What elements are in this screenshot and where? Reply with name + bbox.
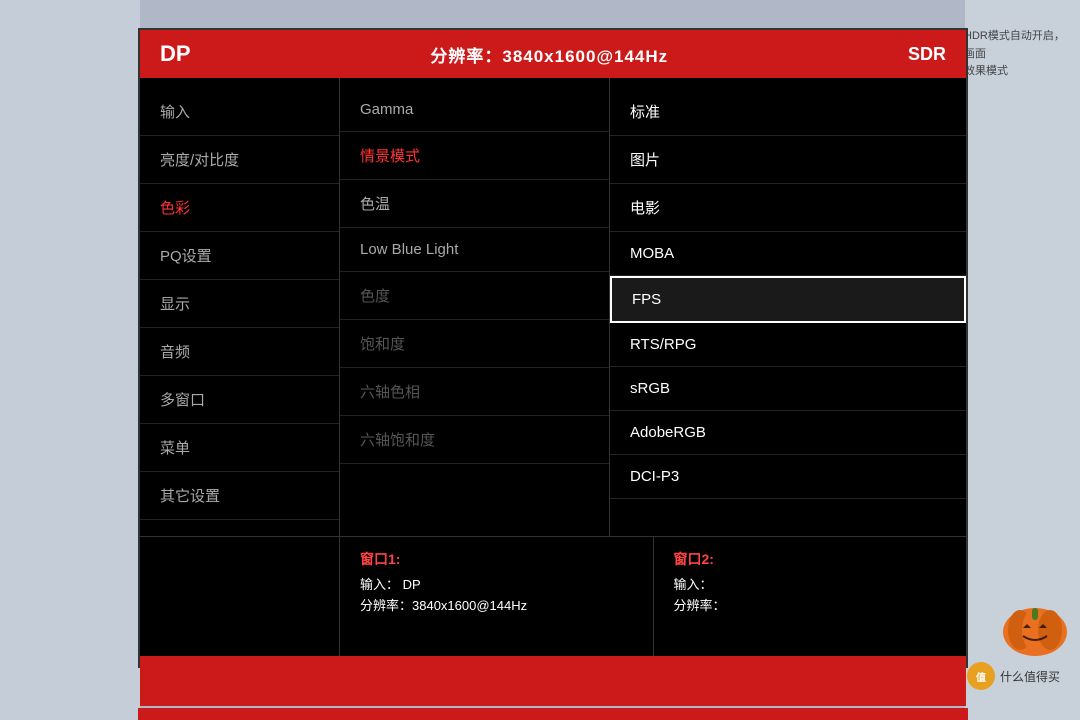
right-item-movie[interactable]: 电影 — [610, 184, 966, 232]
pumpkin-decoration — [995, 580, 1075, 660]
nav-item-multiwindow[interactable]: 多窗口 — [140, 376, 339, 424]
middle-item-colortemp[interactable]: 色温 — [340, 180, 609, 228]
middle-item-sixaxis-hue[interactable]: 六轴色相 — [340, 368, 609, 416]
window1-title: 窗口1: — [360, 549, 633, 569]
mode-label: SDR — [908, 44, 946, 65]
osd-bottom-info: 窗口1: 输入： DP 分辨率：3840x1600@144Hz 窗口2: 输入：… — [140, 536, 966, 656]
bottom-window2: 窗口2: 输入： 分辨率： — [654, 537, 967, 656]
right-item-srgb[interactable]: sRGB — [610, 367, 966, 411]
bottom-left-spacer — [140, 537, 340, 656]
bottom-window1: 窗口1: 输入： DP 分辨率：3840x1600@144Hz — [340, 537, 654, 656]
side-text-top: HDR模式自动开启，画面效果模式 — [964, 28, 1072, 81]
resolution-label: 分辨率：3840x1600@144Hz — [430, 42, 668, 67]
window2-input: 输入： — [674, 575, 947, 596]
bottom-bar — [138, 708, 968, 720]
right-item-standard[interactable]: 标准 — [610, 88, 966, 136]
osd-body: 输入 亮度/对比度 色彩 PQ设置 显示 音频 多窗口 菜单 其它设置 Gamm… — [140, 78, 966, 536]
middle-item-gamma[interactable]: Gamma — [340, 88, 609, 132]
nav-item-audio[interactable]: 音频 — [140, 328, 339, 376]
window2-title: 窗口2: — [674, 549, 947, 569]
middle-item-sixaxis-sat[interactable]: 六轴饱和度 — [340, 416, 609, 464]
right-item-rts[interactable]: RTS/RPG — [610, 323, 966, 367]
nav-item-menu[interactable]: 菜单 — [140, 424, 339, 472]
middle-item-saturation[interactable]: 饱和度 — [340, 320, 609, 368]
input-label: DP — [160, 41, 191, 67]
osd-header: DP 分辨率：3840x1600@144Hz SDR — [140, 30, 966, 78]
nav-item-brightness[interactable]: 亮度/对比度 — [140, 136, 339, 184]
window1-resolution: 分辨率：3840x1600@144Hz — [360, 596, 633, 617]
right-item-dcip3[interactable]: DCI-P3 — [610, 455, 966, 499]
nav-item-pq[interactable]: PQ设置 — [140, 232, 339, 280]
right-item-adobergb[interactable]: AdobeRGB — [610, 411, 966, 455]
middle-item-chroma[interactable]: 色度 — [340, 272, 609, 320]
nav-item-color[interactable]: 色彩 — [140, 184, 339, 232]
middle-item-scene[interactable]: 情景模式 — [340, 132, 609, 180]
window1-input: 输入： DP — [360, 575, 633, 596]
right-item-fps[interactable]: FPS — [610, 276, 966, 323]
nav-column: 输入 亮度/对比度 色彩 PQ设置 显示 音频 多窗口 菜单 其它设置 — [140, 78, 340, 536]
bg-left — [0, 0, 140, 720]
nav-item-input[interactable]: 输入 — [140, 88, 339, 136]
right-column: 标准 图片 电影 MOBA FPS RTS/RPG sRGB AdobeRGB … — [610, 78, 966, 536]
watermark-badge: 值 — [967, 662, 995, 690]
middle-column: Gamma 情景模式 色温 Low Blue Light 色度 饱和度 六轴色相… — [340, 78, 610, 536]
watermark: 值 什么值得买 — [967, 662, 1060, 690]
osd-footer — [140, 656, 966, 706]
window2-resolution: 分辨率： — [674, 596, 947, 617]
osd-panel: DP 分辨率：3840x1600@144Hz SDR 输入 亮度/对比度 色彩 … — [138, 28, 968, 668]
nav-item-other[interactable]: 其它设置 — [140, 472, 339, 520]
right-item-picture[interactable]: 图片 — [610, 136, 966, 184]
nav-item-display[interactable]: 显示 — [140, 280, 339, 328]
watermark-text: 什么值得买 — [1000, 668, 1060, 685]
middle-item-lowbluelight[interactable]: Low Blue Light — [340, 228, 609, 272]
right-item-moba[interactable]: MOBA — [610, 232, 966, 276]
